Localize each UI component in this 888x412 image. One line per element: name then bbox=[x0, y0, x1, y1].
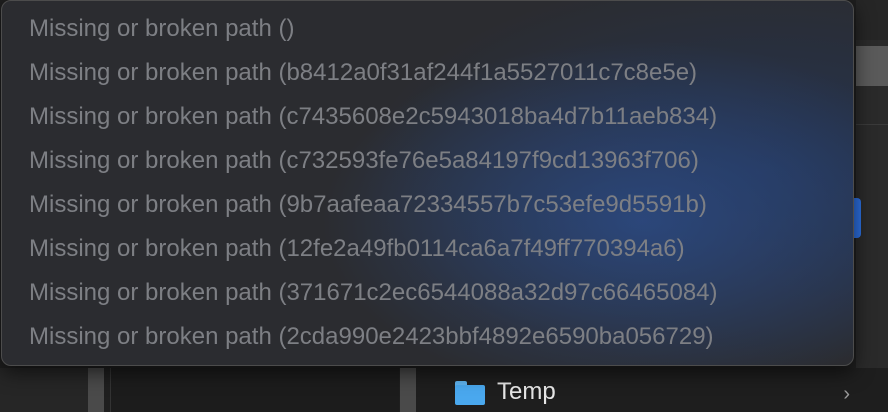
menu-item[interactable]: Missing or broken path (c7435608e2c59430… bbox=[2, 95, 853, 139]
folder-label: Temp bbox=[497, 378, 556, 405]
menu-item[interactable]: Missing or broken path (c732593fe76e5a84… bbox=[2, 139, 853, 183]
menu-item[interactable]: Missing or broken path (12fe2a49fb0114ca… bbox=[2, 227, 853, 271]
chevron-right-icon[interactable]: › bbox=[843, 383, 850, 406]
path-popup-menu: Missing or broken path () Missing or bro… bbox=[1, 0, 854, 366]
folder-row-temp[interactable]: Temp bbox=[455, 374, 875, 410]
browser-column-1 bbox=[0, 368, 88, 412]
folder-icon bbox=[455, 379, 485, 405]
background-divider bbox=[856, 124, 888, 125]
column-2-scrollbar[interactable] bbox=[400, 368, 416, 412]
screen: Temp › Missing or broken path () Missing… bbox=[0, 0, 888, 412]
browser-column-2 bbox=[110, 368, 399, 412]
background-field bbox=[856, 46, 888, 86]
menu-item[interactable]: Missing or broken path (9b7aafeaa7233455… bbox=[2, 183, 853, 227]
menu-item[interactable]: Missing or broken path (b8412a0f31af244f… bbox=[2, 51, 853, 95]
menu-item[interactable]: Missing or broken path (2cda990e2423bbf4… bbox=[2, 315, 853, 359]
background-toolbar bbox=[856, 0, 888, 40]
column-1-scrollbar[interactable] bbox=[88, 368, 104, 412]
menu-item[interactable]: Missing or broken path () bbox=[2, 7, 853, 51]
menu-item[interactable]: Missing or broken path (371671c2ec654408… bbox=[2, 271, 853, 315]
menu-list: Missing or broken path () Missing or bro… bbox=[2, 1, 853, 359]
